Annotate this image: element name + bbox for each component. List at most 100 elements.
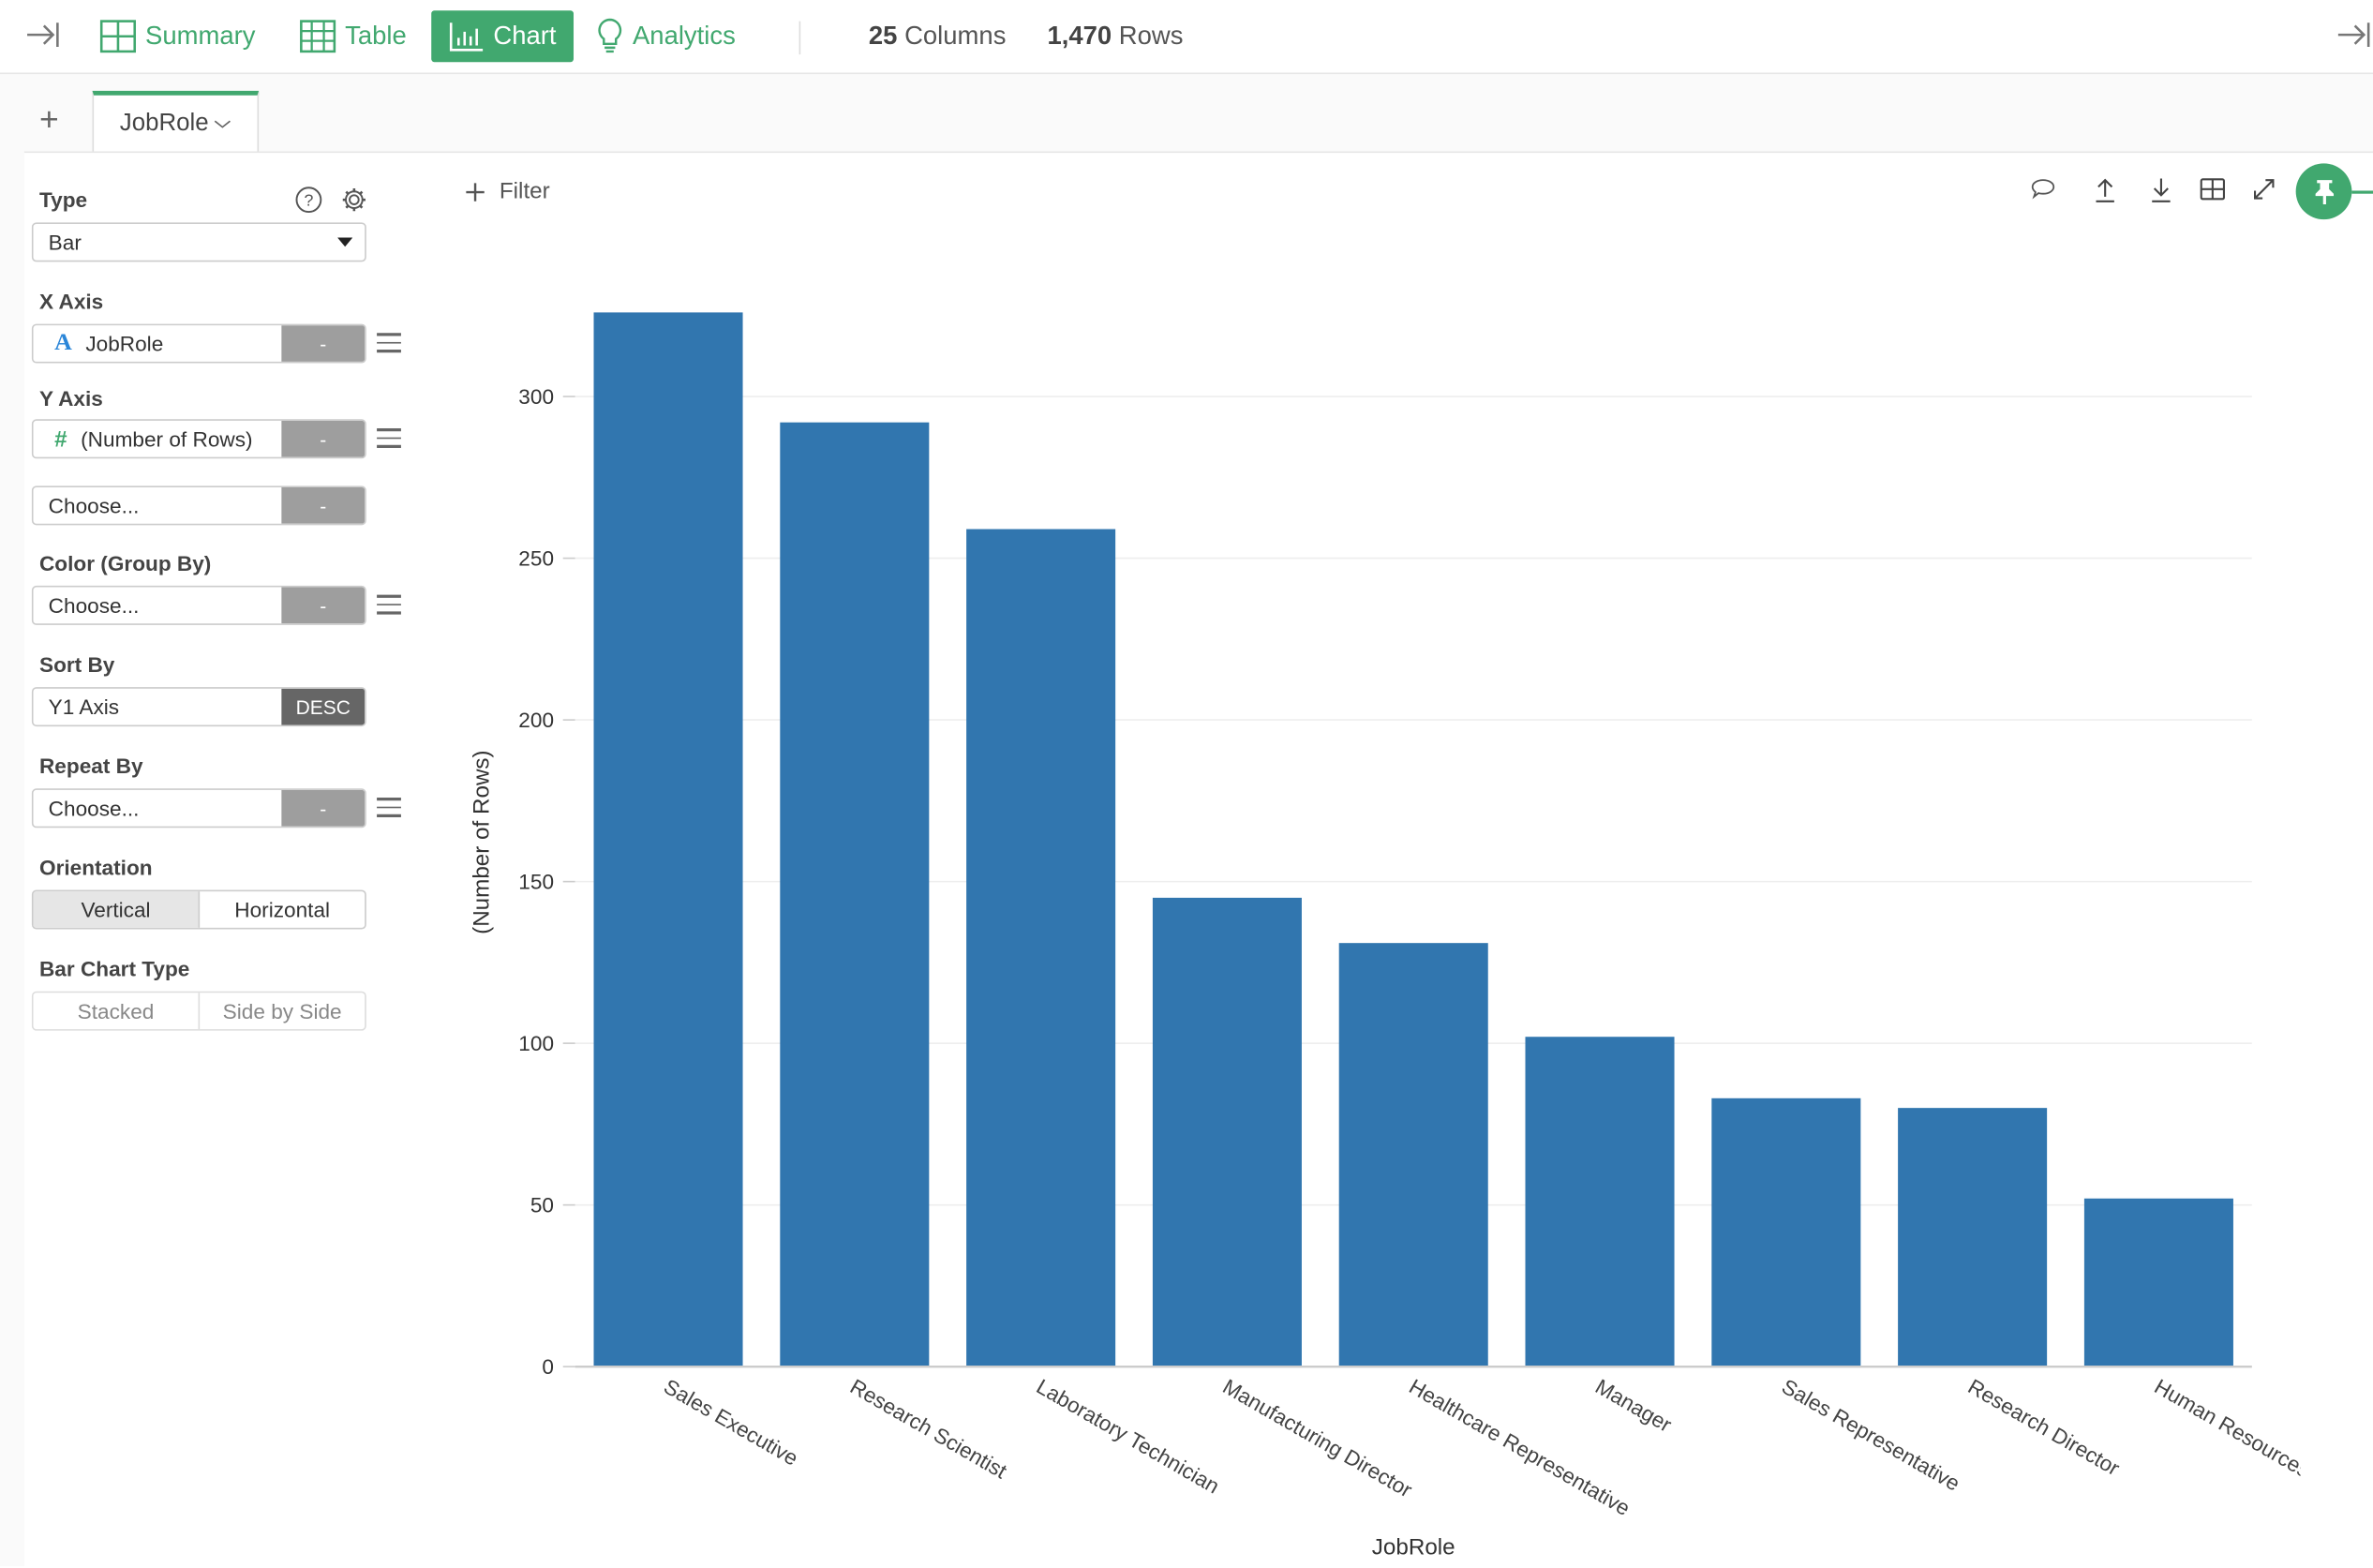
chart-type-select[interactable]: Bar [31,222,366,262]
columns-count-label: Columns [904,21,1007,51]
x-tick-label: Manager [1591,1375,1676,1437]
bar-type-stacked-button[interactable]: Stacked [34,993,199,1029]
gear-icon[interactable] [340,187,367,214]
repeat-field[interactable]: Choose... - [31,788,366,829]
x-axis-title: JobRole [1372,1534,1455,1560]
bar-type-toggle: Stacked Side by Side [31,991,366,1031]
bar-chart-icon [449,22,484,52]
y-tick-label: 100 [518,1032,554,1055]
tab-summary[interactable]: Summary [99,10,256,62]
tab-analytics[interactable]: Analytics [596,10,736,62]
bar-type-side-by-side-button[interactable]: Side by Side [198,993,366,1030]
y2-axis-aggregate-button[interactable]: - [281,486,366,524]
toolbar-divider [798,21,801,55]
pin-icon [2314,179,2334,204]
pin-button[interactable] [2295,163,2352,220]
grid-layout-icon[interactable] [2199,175,2226,202]
y-axis-field[interactable]: # (Number of Rows) - [31,419,366,459]
add-tab-button[interactable]: + [39,100,59,140]
bar[interactable] [966,529,1116,1367]
summary-grid-icon [99,20,137,53]
y-axis-menu-icon[interactable] [377,427,401,450]
y-tick-label: 0 [542,1355,554,1379]
tab-table[interactable]: Table [300,10,407,62]
tab-chart-label: Chart [493,21,557,51]
rows-count-value: 1,470 [1047,21,1112,51]
collapse-left-icon[interactable] [24,18,61,59]
repeat-aggregate-button[interactable]: - [281,789,366,827]
bar[interactable] [1152,897,1302,1367]
number-type-icon: # [54,426,67,453]
x-tick-label: Sales Executive [660,1375,802,1471]
download-icon[interactable] [2147,175,2174,202]
chart-tab-jobrole[interactable]: JobRole [92,90,260,152]
x-tick-label: Research Director [1964,1375,2125,1481]
bar[interactable] [1711,1098,1861,1367]
sort-value: Y1 Axis [48,694,120,720]
rows-count-label: Rows [1118,21,1184,51]
y-axis-title: (Number of Rows) [470,750,495,933]
y-axis-value: (Number of Rows) [81,426,253,452]
y-tick-label: 300 [518,385,554,409]
x-axis-menu-icon[interactable] [377,333,401,354]
bar[interactable] [1525,1037,1675,1367]
tab-chart[interactable]: Chart [431,10,574,63]
y-tick-label: 50 [530,1194,554,1217]
chevron-down-icon [214,119,231,127]
tab-summary-label: Summary [145,21,256,51]
bar[interactable] [1338,943,1488,1367]
bar[interactable] [1898,1108,2048,1367]
y-tick-label: 250 [518,547,554,571]
add-filter-button[interactable]: Filter [465,179,550,204]
svg-text:?: ? [304,191,313,210]
columns-count-value: 25 [868,21,898,51]
bar[interactable] [2083,1198,2233,1367]
y2-axis-field[interactable]: Choose... - [31,485,366,526]
x-tick-label: Sales Representative [1778,1375,1963,1496]
x-tick-label: Research Scientist [846,1375,1011,1484]
x-axis-field[interactable]: A JobRole - [31,323,366,364]
collapse-right-icon[interactable] [2336,18,2372,59]
top-toolbar: Summary Table Chart Analytics 25 Columns… [0,0,2373,75]
repeat-label: Repeat By [38,754,143,779]
orientation-horizontal-button[interactable]: Horizontal [198,891,366,928]
dropdown-caret-icon [337,237,353,247]
help-icon[interactable]: ? [295,187,322,214]
upload-icon[interactable] [2092,175,2119,202]
x-tick-label: Human Resources [2150,1375,2300,1483]
x-tick-labels: Sales Executive Research Scientist Laborat… [660,1375,2300,1520]
bar[interactable] [593,312,743,1367]
repeat-menu-icon[interactable] [377,797,401,819]
plus-icon [466,182,485,201]
type-label: Type [38,187,88,213]
columns-count: 25 Columns [869,22,1007,52]
pin-connector [2351,190,2373,194]
y-axis-label: Y Axis [38,385,103,411]
color-aggregate-button[interactable]: - [281,587,366,624]
chart-tab-label: JobRole [119,110,209,136]
bar-type-label: Bar Chart Type [38,956,190,981]
sort-label: Sort By [38,651,115,677]
x-tick-label: Manufacturing Director [1218,1375,1416,1502]
color-value: Choose... [48,593,140,618]
y-tick-label: 200 [518,709,554,732]
table-icon [300,20,336,53]
orientation-toggle: Vertical Horizontal [31,889,366,930]
x-tick-label: Laboratory Technician [1033,1375,1224,1499]
tab-table-label: Table [345,21,407,51]
orientation-vertical-button[interactable]: Vertical [33,891,199,928]
orientation-label: Orientation [38,855,153,880]
color-label: Color (Group By) [38,550,212,575]
sort-field[interactable]: Y1 Axis DESC [31,687,366,727]
expand-icon[interactable] [2250,175,2277,202]
x-axis-aggregate-button[interactable]: - [281,325,366,362]
sort-order-button[interactable]: DESC [281,688,366,725]
rows-count: 1,470 Rows [1047,22,1183,52]
tab-analytics-label: Analytics [632,21,736,51]
bar[interactable] [780,422,930,1367]
y-axis-aggregate-button[interactable]: - [281,420,366,457]
filter-label: Filter [499,178,550,204]
color-field[interactable]: Choose... - [31,585,366,625]
color-menu-icon[interactable] [377,594,401,617]
comment-icon[interactable] [2029,175,2056,202]
